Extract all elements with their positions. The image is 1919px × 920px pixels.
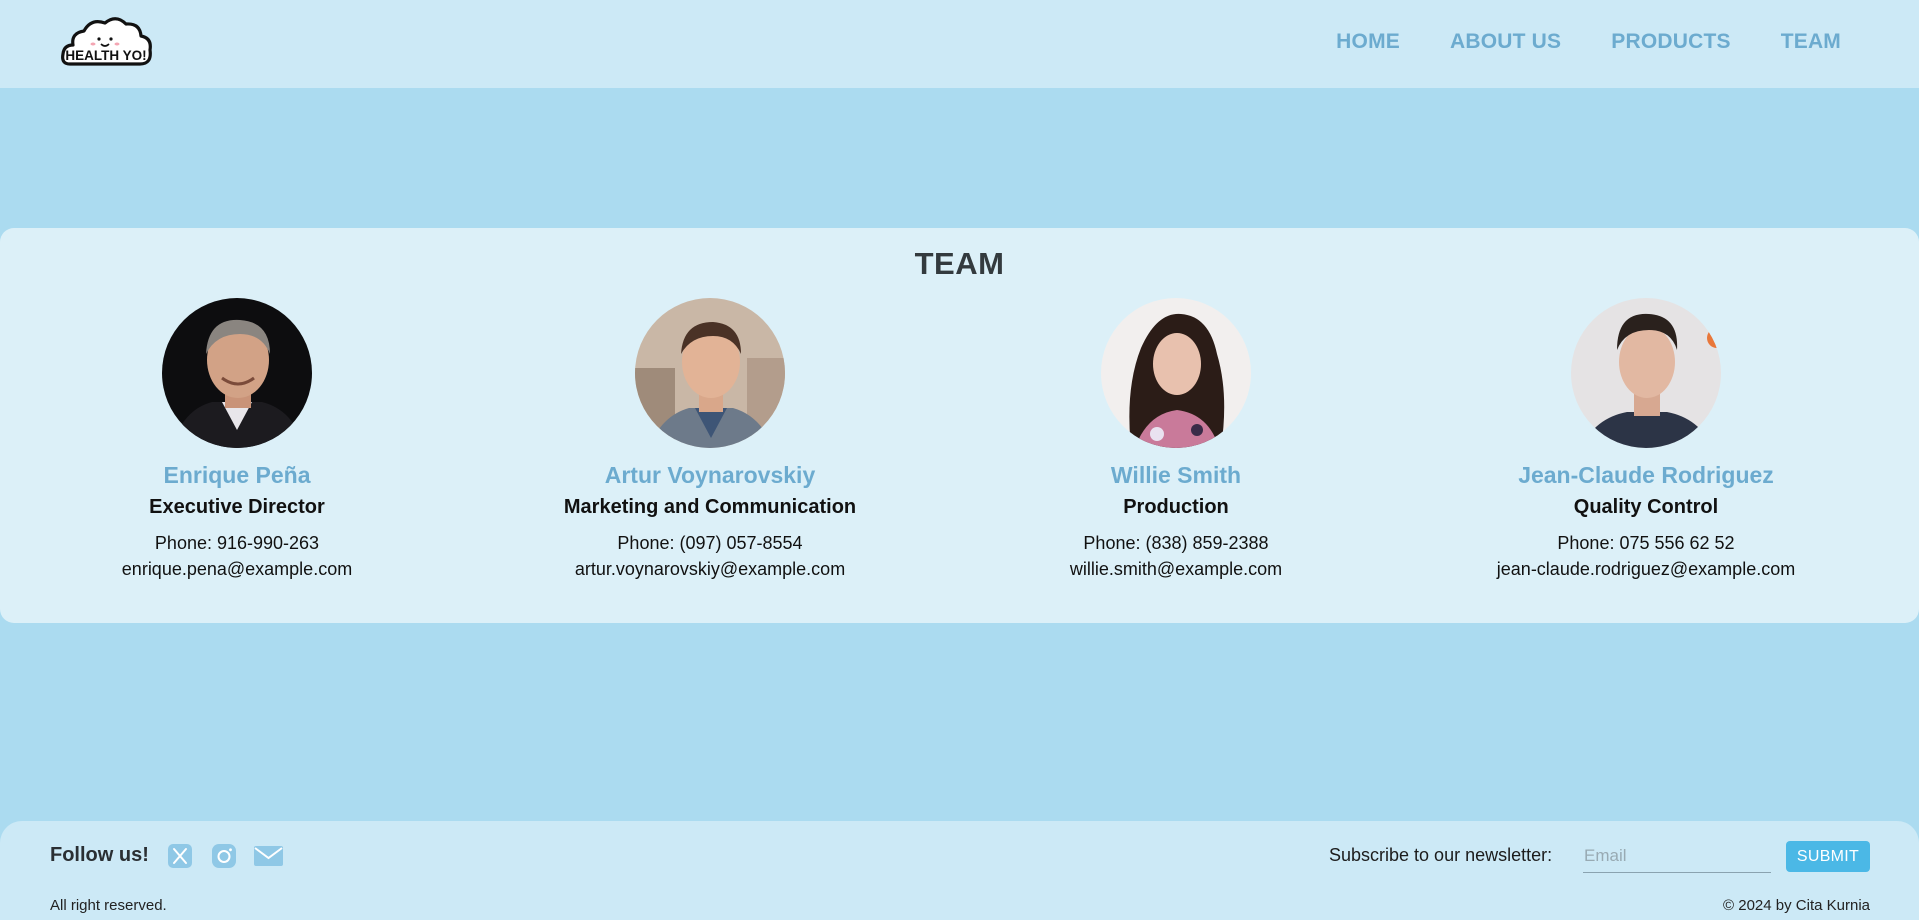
site-header: HEALTH YO! HOME ABOUT US PRODUCTS TEAM — [0, 0, 1919, 88]
member-email[interactable]: willie.smith@example.com — [966, 559, 1386, 580]
copyright-text: © 2024 by Cita Kurnia — [1723, 897, 1870, 914]
member-photo — [635, 298, 785, 448]
svg-text:HEALTH YO!: HEALTH YO! — [65, 48, 146, 63]
main-nav: HOME ABOUT US PRODUCTS TEAM — [1336, 30, 1841, 54]
member-name: Willie Smith — [1110, 462, 1242, 488]
member-role: Marketing and Communication — [563, 496, 857, 518]
member-phone: Phone: (838) 859-2388 — [1083, 533, 1269, 553]
member-name: Jean-Claude Rodriguez — [1518, 462, 1774, 488]
team-member-card: Jean-Claude Rodriguez Quality Control Ph… — [1436, 298, 1856, 580]
rights-text: All right reserved. — [50, 897, 167, 914]
nav-about-us[interactable]: ABOUT US — [1450, 30, 1561, 54]
member-email[interactable]: jean-claude.rodriguez@example.com — [1436, 559, 1856, 580]
team-section: TEAM Enrique Peña Executive Director Pho… — [0, 228, 1919, 623]
team-member-card: Willie Smith Production Phone: (838) 859… — [966, 298, 1386, 580]
team-member-card: Artur Voynarovskiy Marketing and Communi… — [500, 298, 920, 580]
instagram-icon[interactable] — [211, 843, 237, 869]
member-photo — [162, 298, 312, 448]
team-member-card: Enrique Peña Executive Director Phone: 9… — [27, 298, 447, 580]
member-photo — [1101, 298, 1251, 448]
member-name: Artur Voynarovskiy — [604, 462, 816, 488]
member-role: Executive Director — [149, 496, 325, 518]
team-title: TEAM — [914, 246, 1005, 281]
member-phone: Phone: 916-990-263 — [154, 533, 320, 553]
newsletter-label: Subscribe to our newsletter: — [1329, 845, 1553, 865]
nav-team[interactable]: TEAM — [1781, 30, 1841, 54]
member-role: Quality Control — [1573, 496, 1719, 518]
member-email[interactable]: enrique.pena@example.com — [27, 559, 447, 580]
nav-home[interactable]: HOME — [1336, 30, 1400, 54]
member-email[interactable]: artur.voynarovskiy@example.com — [500, 559, 920, 580]
member-photo — [1571, 298, 1721, 448]
site-footer: Follow us! Subscribe to our newsletter: … — [0, 821, 1919, 920]
member-phone: Phone: (097) 057-8554 — [617, 533, 803, 553]
x-icon[interactable] — [167, 843, 193, 869]
health-yo-logo[interactable]: HEALTH YO! — [60, 14, 154, 72]
newsletter-email-input[interactable] — [1583, 839, 1771, 873]
member-name: Enrique Peña — [163, 462, 311, 488]
mail-icon[interactable] — [253, 843, 284, 869]
follow-label: Follow us! — [50, 844, 149, 866]
nav-products[interactable]: PRODUCTS — [1611, 30, 1730, 54]
member-phone: Phone: 075 556 62 52 — [1557, 533, 1735, 553]
member-role: Production — [1123, 496, 1229, 518]
submit-button[interactable]: SUBMIT — [1786, 841, 1870, 872]
